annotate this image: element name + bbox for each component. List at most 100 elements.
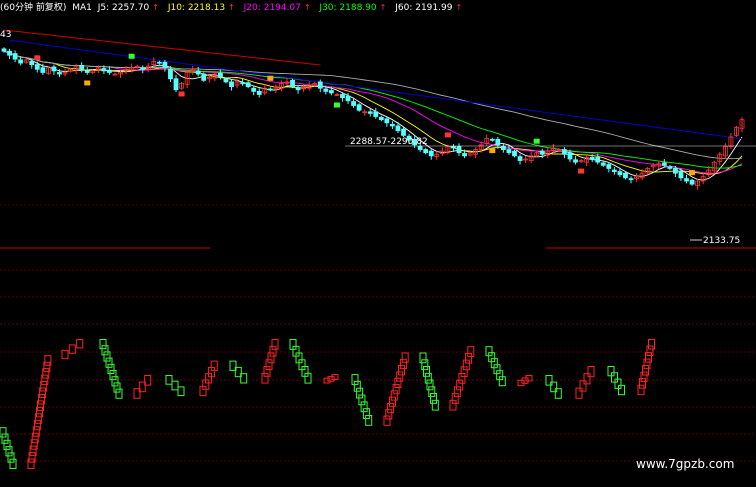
ma-line-long-blue: [9, 39, 743, 140]
candle-body: [667, 166, 673, 169]
candle-body: [661, 162, 667, 166]
signal-marker: [444, 132, 451, 138]
candle-body: [317, 81, 323, 89]
oscillator-box: [385, 409, 393, 420]
oscillator-box: [451, 393, 459, 404]
stock-chart: 2288.57-2290.82 2133.75 43 www.7gpzb.com: [0, 29, 756, 471]
oscillator-box: [101, 345, 109, 356]
oscillator-box: [9, 458, 17, 470]
candle-body: [101, 68, 107, 72]
oscillator-box: [583, 373, 591, 385]
candle-body: [489, 138, 495, 141]
candle-body: [29, 61, 35, 66]
candle-body: [456, 146, 462, 154]
oscillator-box: [399, 358, 407, 370]
candle-body: [140, 67, 146, 70]
oscillator-box: [76, 339, 84, 349]
oscillator-box: [99, 339, 107, 350]
candle-body: [40, 67, 46, 73]
oscillator-box: [103, 351, 111, 362]
oscillator-box: [61, 349, 69, 360]
candle-body: [12, 53, 18, 60]
price-annotations: 2288.57-2290.82 2133.75 43: [0, 30, 756, 246]
oscillator-box: [419, 352, 427, 364]
candle-body: [573, 159, 578, 163]
candle-body: [373, 111, 379, 117]
candle-body: [500, 146, 506, 150]
oscillator-box: [642, 365, 649, 376]
candle-body: [195, 70, 201, 75]
watermark-text: www.7gpzb.com: [636, 457, 734, 471]
oscillator-box: [460, 366, 468, 377]
legend-j10-value: J10: 2218.13: [167, 3, 226, 13]
oscillator-box: [115, 388, 123, 399]
oscillator-box: [111, 376, 119, 387]
arrow-up-icon: ↑: [455, 3, 463, 12]
oscillator-box: [109, 370, 117, 381]
oscillator-box: [389, 396, 396, 407]
candle-body: [51, 66, 57, 72]
ma-line-j10: [3, 50, 743, 175]
oscillator-box: [424, 372, 432, 384]
ma-label: MA1: [72, 3, 92, 13]
candle-body: [267, 88, 273, 91]
oscillator-box: [426, 379, 434, 391]
kagi-oscillator: [0, 339, 655, 470]
oscillator-box: [458, 373, 466, 384]
signal-marker: [333, 102, 340, 108]
candle-body: [611, 169, 617, 172]
legend-item-j10: J10: 2218.13 ↑: [168, 3, 238, 13]
legend-j20-value: J20: 2194.07: [243, 3, 301, 13]
oscillator-box: [430, 393, 437, 404]
legend-item-j20: J20: 2194.07 ↑: [244, 3, 314, 13]
candle-body: [567, 152, 573, 160]
candle-body: [684, 178, 689, 182]
candle-body: [323, 88, 329, 92]
oscillator-box: [265, 359, 273, 371]
oscillator-box: [113, 382, 121, 393]
candle-body: [240, 82, 246, 85]
signal-marker: [84, 80, 91, 86]
candle-body: [589, 157, 595, 160]
candle-body: [367, 111, 373, 114]
oscillator-box: [383, 415, 391, 426]
signal-marker: [34, 55, 41, 61]
candle-body: [156, 61, 162, 64]
oscillator-box: [362, 408, 370, 420]
candle-body: [290, 79, 295, 88]
candle-body: [562, 149, 567, 155]
oscillator-box: [390, 390, 398, 401]
candle-body: [517, 156, 523, 161]
oscillator-box: [637, 384, 645, 396]
oscillator-box: [423, 366, 430, 377]
candle-body: [600, 162, 606, 166]
oscillator-box: [267, 352, 275, 364]
candle-body: [506, 149, 512, 154]
candle-body: [689, 179, 695, 185]
legend-j60-value: J60: 2191.99: [395, 3, 453, 13]
legend-j5-value: J5: 2257.70: [97, 3, 150, 13]
candle-body: [251, 87, 257, 92]
candle-body: [378, 116, 384, 121]
candle-body: [623, 172, 628, 179]
oscillator-box: [269, 345, 277, 357]
grid-lines: [0, 204, 756, 462]
oscillator-box: [648, 339, 655, 350]
candle-body: [512, 150, 517, 157]
oscillator-box: [421, 359, 429, 371]
oscillator-box: [643, 358, 651, 370]
candle-body: [351, 101, 356, 106]
oscillator-box: [356, 387, 364, 399]
signal-marker: [489, 148, 496, 154]
arrow-up-icon: ↑: [228, 3, 235, 12]
candle-body: [1, 48, 7, 52]
candle-body: [218, 72, 223, 78]
candle-body: [328, 90, 334, 94]
arrow-up-icon: ↑: [303, 3, 311, 12]
candle-body: [390, 123, 395, 127]
signal-marker: [267, 75, 274, 81]
oscillator-box: [465, 352, 473, 364]
candle-body: [673, 168, 678, 174]
period-label: (60分钟 前复权): [0, 3, 67, 13]
oscillator-box: [398, 365, 405, 376]
